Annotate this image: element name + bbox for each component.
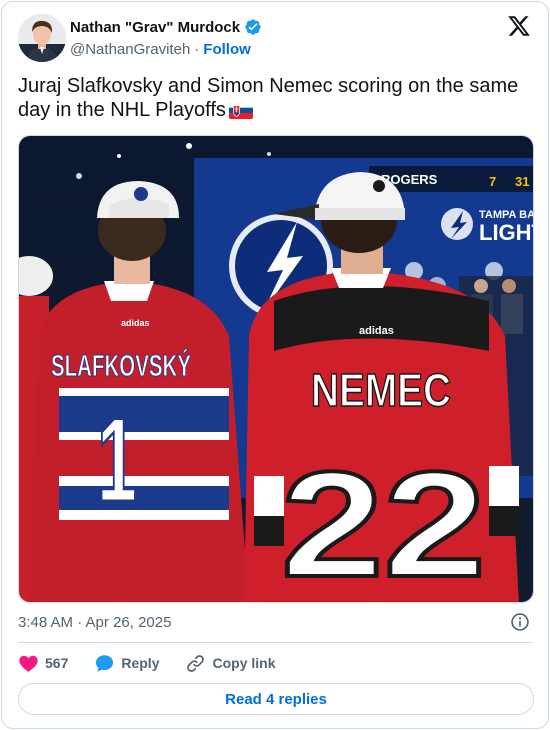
left-jersey-brand: adidas [121, 318, 150, 328]
tweet-timestamp[interactable]: 3:48 AM · Apr 26, 2025 [18, 614, 171, 631]
heart-icon [19, 655, 38, 672]
tweet-text: Juraj Slafkovsky and Simon Nemec scoring… [18, 74, 528, 122]
avatar[interactable] [18, 14, 66, 62]
like-button[interactable]: 567 [18, 653, 68, 674]
left-jersey-number: 1 [97, 393, 137, 527]
tweet-photo[interactable]: ROGERS 7 31 TAMPA BA LIGHT [18, 135, 534, 603]
read-replies-button[interactable]: Read 4 replies [18, 683, 534, 715]
right-jersey-number: 22 [281, 440, 486, 603]
scoreboard-right: 31 [515, 174, 529, 189]
right-jersey-name: NEMEC [311, 364, 451, 416]
copy-link-button[interactable]: Copy link [185, 653, 276, 674]
scoreboard-left: 7 [489, 174, 496, 189]
like-count: 567 [45, 655, 69, 671]
slovakia-flag-icon [228, 101, 253, 119]
author-display-name[interactable]: Nathan "Grav" Murdock [70, 19, 240, 36]
reply-label: Reply [121, 655, 160, 671]
author-name-row: Nathan "Grav" Murdock [70, 18, 262, 36]
tweet-body: Juraj Slafkovsky and Simon Nemec scoring… [18, 75, 519, 121]
info-icon[interactable] [510, 612, 530, 632]
x-logo-icon[interactable] [507, 14, 531, 38]
reply-bubble-icon [96, 654, 114, 672]
divider [18, 642, 532, 643]
separator-dot: · [194, 41, 200, 58]
copy-link-label: Copy link [212, 655, 276, 671]
follow-link[interactable]: Follow [203, 41, 251, 58]
tweet-actions: 567 Reply Copy link [18, 652, 302, 674]
link-icon [187, 654, 205, 672]
team-banner-text-2: LIGHT [479, 220, 534, 245]
left-jersey-name: SLAFKOVSKÝ [51, 348, 191, 383]
right-jersey-brand: adidas [359, 325, 394, 337]
verified-badge-icon [244, 18, 262, 36]
reply-button[interactable]: Reply [94, 653, 159, 674]
author-handle[interactable]: @NathanGraviteh [70, 41, 190, 58]
tweet-card: Nathan "Grav" Murdock @NathanGraviteh · … [1, 1, 549, 729]
author-handle-row: @NathanGraviteh · Follow [70, 41, 251, 58]
